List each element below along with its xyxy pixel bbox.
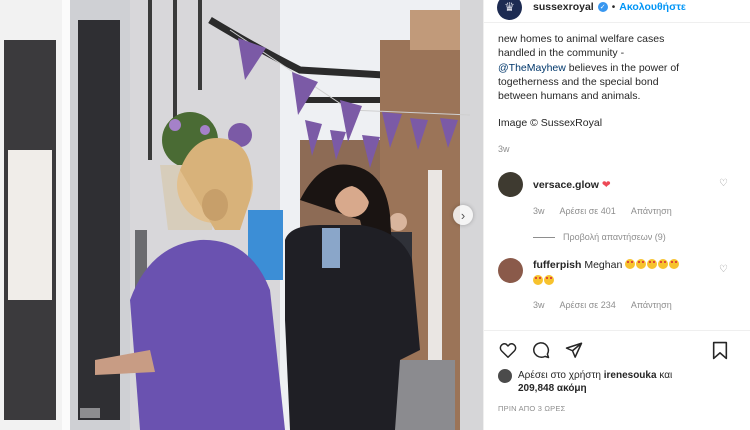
comment-username[interactable]: versace.glow (533, 179, 599, 191)
comment-body: versace.glow ❤ 3w Αρέσει σε 401 Απάντηση (533, 172, 672, 218)
comment-meta: 3w Αρέσει σε 234 Απάντηση (533, 298, 680, 312)
post-timestamp: ΠΡΙΝ ΑΠΟ 3 ΩΡΕΣ (498, 404, 566, 414)
replies-line (533, 236, 555, 238)
heart-eyes-emoji (636, 259, 647, 270)
comment-body: fufferpish Meghan 3w Αρέσει σε 234 Απάντ… (533, 258, 680, 312)
comment-like-icon[interactable]: ♡ (719, 178, 728, 189)
comment-item: fufferpish Meghan 3w Αρέσει σε 234 Απάντ… (484, 258, 750, 312)
caption-line-4: togetherness and the special bond (498, 75, 659, 88)
profile-avatar[interactable]: ♛ (497, 0, 522, 20)
verified-badge-icon: ✓ (597, 2, 608, 12)
mention-link[interactable]: @TheMayhew (498, 62, 566, 74)
comment-age: 3w (533, 206, 545, 217)
reply-button[interactable]: Απάντηση (631, 298, 672, 312)
heart-eyes-emoji (669, 259, 680, 270)
post-photo[interactable]: › (0, 0, 483, 430)
caption-age: 3w (498, 143, 510, 154)
heart-eyes-emoji (533, 275, 543, 286)
heart-eyes-emoji (647, 259, 658, 270)
likes-prefix: Αρέσει στο χρήστη (518, 370, 604, 382)
post-header: ♛ sussexroyal ✓ • Ακολουθήστε (484, 0, 750, 22)
red-heart-emoji: ❤ (601, 179, 611, 192)
view-replies-button[interactable]: Προβολή απαντήσεων (9) (484, 232, 750, 242)
follow-button[interactable]: Ακολουθήστε (619, 1, 686, 13)
comment-username[interactable]: fufferpish (533, 259, 581, 271)
like-button[interactable] (498, 340, 518, 360)
caption-line-2: handled in the community - (498, 47, 625, 60)
heart-eyes-emoji (544, 275, 554, 286)
paper-plane-icon (565, 342, 583, 358)
photo-illustration (0, 0, 483, 430)
comment-likes[interactable]: Αρέσει σε 401 (560, 204, 616, 218)
header-separator: • (611, 1, 616, 13)
caption-line-3: @TheMayhew believes in the power of (498, 61, 736, 75)
share-button[interactable] (564, 340, 584, 360)
comment-text: Meghan (584, 259, 623, 272)
caption-line-3-text: believes in the power of (565, 61, 680, 74)
bookmark-icon (712, 341, 728, 359)
heart-outline-icon (499, 343, 517, 359)
comment-item: versace.glow ❤ 3w Αρέσει σε 401 Απάντηση… (484, 172, 750, 218)
reply-button[interactable]: Απάντηση (631, 204, 672, 218)
likes-text: Αρέσει στο χρήστη irenesouka και 209,848… (518, 369, 672, 395)
next-photo-button[interactable]: › (453, 205, 473, 225)
comment-likes[interactable]: Αρέσει σε 234 (560, 298, 616, 312)
liker-avatar[interactable] (498, 369, 512, 384)
heart-eyes-emoji (625, 259, 636, 270)
likes-others-count[interactable]: 209,848 ακόμη (518, 383, 587, 394)
comment-age: 3w (533, 300, 545, 311)
comment-bubble-icon (533, 342, 550, 359)
commenter-avatar[interactable] (498, 172, 523, 198)
view-replies-label: Προβολή απαντήσεων (9) (563, 232, 666, 243)
commenter-avatar[interactable] (498, 258, 523, 284)
post-side-panel: ♛ sussexroyal ✓ • Ακολουθήστε new homes … (483, 0, 750, 430)
caption-line-5: between humans and animals. (498, 90, 641, 103)
post-caption: new homes to animal welfare cases handle… (484, 23, 750, 156)
likes-suffix: και (656, 370, 673, 382)
post-actions-bar (484, 331, 750, 369)
heart-eyes-emoji (658, 259, 669, 270)
comment-button[interactable] (531, 340, 551, 360)
header-username[interactable]: sussexroyal (533, 1, 594, 13)
caption-credit: Image © SussexRoyal (498, 117, 603, 130)
liker-username[interactable]: irenesouka (604, 370, 657, 381)
chevron-right-icon: › (460, 207, 466, 223)
caption-line-1: new homes to animal welfare cases (498, 33, 665, 45)
comment-like-icon[interactable]: ♡ (719, 264, 728, 275)
likes-summary: Αρέσει στο χρήστη irenesouka και 209,848… (484, 369, 750, 395)
save-button[interactable] (710, 340, 730, 360)
comment-meta: 3w Αρέσει σε 401 Απάντηση (533, 204, 672, 218)
